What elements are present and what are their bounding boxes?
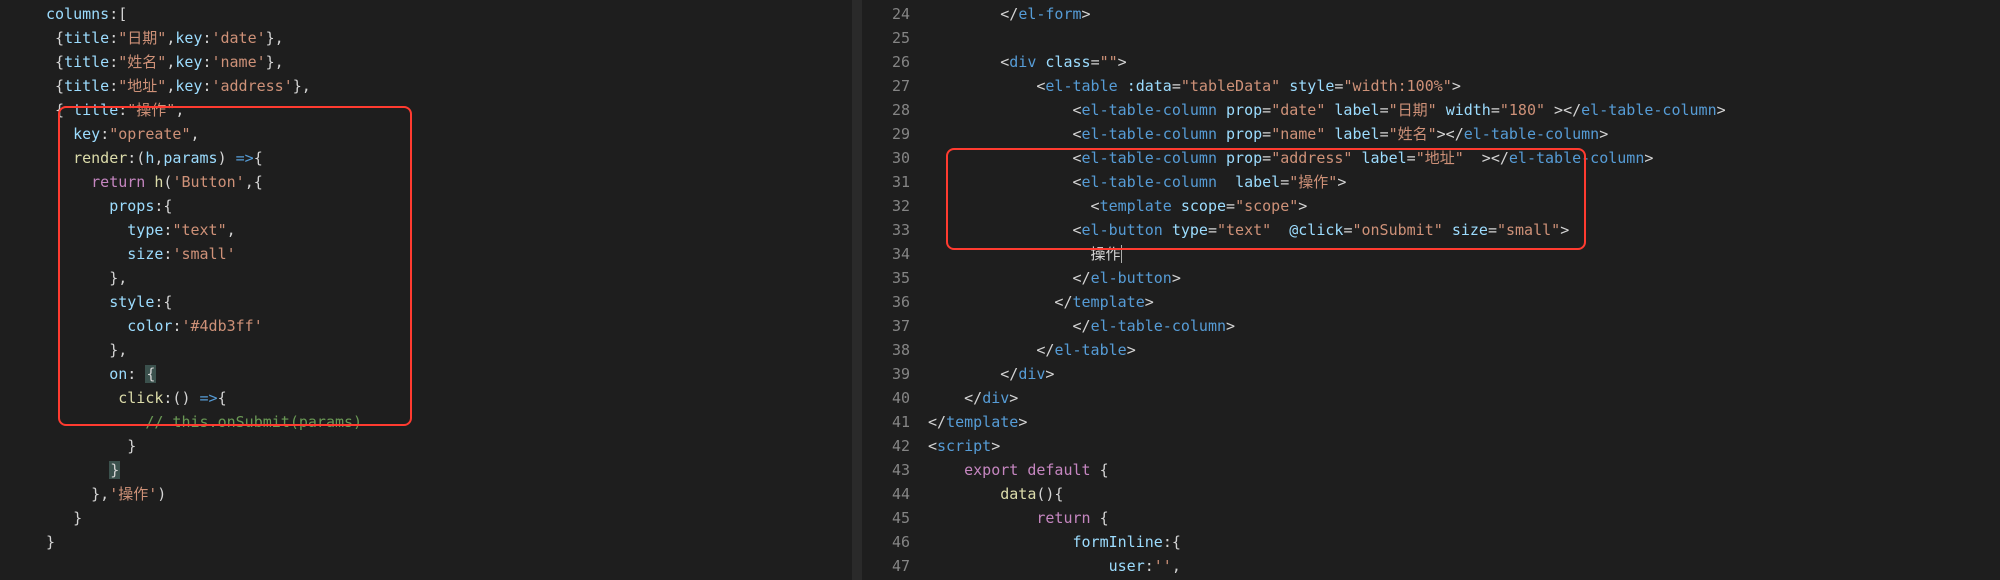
line-number: 26 <box>862 50 910 74</box>
code-line[interactable]: data(){ <box>928 482 2000 506</box>
code-line[interactable] <box>928 26 2000 50</box>
code-line[interactable]: <el-table-column prop="name" label="姓名">… <box>928 122 2000 146</box>
code-line[interactable]: </div> <box>928 362 2000 386</box>
code-line[interactable]: key:"opreate", <box>46 122 862 146</box>
code-line[interactable]: } <box>46 458 862 482</box>
line-number: 44 <box>862 482 910 506</box>
code-line[interactable]: <el-button type="text" @click="onSubmit"… <box>928 218 2000 242</box>
code-line[interactable]: // this.onSubmit(params) <box>46 410 862 434</box>
code-line[interactable]: </el-table> <box>928 338 2000 362</box>
line-number: 34 <box>862 242 910 266</box>
line-number: 30 <box>862 146 910 170</box>
code-line[interactable]: user:'', <box>928 554 2000 578</box>
line-number: 32 <box>862 194 910 218</box>
editor-pane-left[interactable]: columns:[ {title:"日期",key:'date'}, {titl… <box>0 0 862 580</box>
line-number: 40 <box>862 386 910 410</box>
code-line[interactable]: <div class=""> <box>928 50 2000 74</box>
code-line[interactable]: <script> <box>928 434 2000 458</box>
line-number: 42 <box>862 434 910 458</box>
line-number: 36 <box>862 290 910 314</box>
code-line[interactable]: <template scope="scope"> <box>928 194 2000 218</box>
code-line[interactable]: } <box>46 530 862 554</box>
code-line[interactable]: </el-form> <box>928 2 2000 26</box>
code-line[interactable]: }, <box>46 338 862 362</box>
line-number: 25 <box>862 26 910 50</box>
code-line[interactable]: },'操作') <box>46 482 862 506</box>
editor-pane-right[interactable]: 2425262728293031323334353637383940414243… <box>862 0 2000 580</box>
code-line[interactable]: <el-table-column prop="date" label="日期" … <box>928 98 2000 122</box>
line-number: 24 <box>862 2 910 26</box>
code-line[interactable]: <el-table :data="tableData" style="width… <box>928 74 2000 98</box>
line-number: 43 <box>862 458 910 482</box>
line-number: 41 <box>862 410 910 434</box>
code-line[interactable]: return h('Button',{ <box>46 170 862 194</box>
code-line[interactable]: type:"text", <box>46 218 862 242</box>
code-line[interactable]: on: { <box>46 362 862 386</box>
code-line[interactable]: </template> <box>928 290 2000 314</box>
line-number: 28 <box>862 98 910 122</box>
code-line[interactable]: </el-button> <box>928 266 2000 290</box>
minimap-shadow-left <box>852 0 862 580</box>
code-line[interactable]: size:'small' <box>46 242 862 266</box>
line-number: 27 <box>862 74 910 98</box>
code-line[interactable]: click:() =>{ <box>46 386 862 410</box>
line-number: 33 <box>862 218 910 242</box>
code-line[interactable]: color:'#4db3ff' <box>46 314 862 338</box>
code-line[interactable]: </el-table-column> <box>928 314 2000 338</box>
line-number: 37 <box>862 314 910 338</box>
code-line[interactable]: style:{ <box>46 290 862 314</box>
code-line[interactable]: props:{ <box>46 194 862 218</box>
code-line[interactable]: export default { <box>928 458 2000 482</box>
line-number: 39 <box>862 362 910 386</box>
line-number: 29 <box>862 122 910 146</box>
code-line[interactable]: formInline:{ <box>928 530 2000 554</box>
code-line[interactable]: render:(h,params) =>{ <box>46 146 862 170</box>
code-area-right[interactable]: </el-form> <div class=""> <el-table :dat… <box>928 2 2000 580</box>
line-number: 46 <box>862 530 910 554</box>
line-number: 31 <box>862 170 910 194</box>
code-area-left[interactable]: columns:[ {title:"日期",key:'date'}, {titl… <box>46 2 862 554</box>
code-line[interactable]: {title:"日期",key:'date'}, <box>46 26 862 50</box>
code-line[interactable]: columns:[ <box>46 2 862 26</box>
line-number: 38 <box>862 338 910 362</box>
line-number: 47 <box>862 554 910 578</box>
code-line[interactable]: <el-table-column label="操作"> <box>928 170 2000 194</box>
code-line[interactable]: } <box>46 506 862 530</box>
code-line[interactable]: {title:"地址",key:'address'}, <box>46 74 862 98</box>
code-line[interactable]: }, <box>46 266 862 290</box>
code-line[interactable]: </div> <box>928 386 2000 410</box>
line-number: 35 <box>862 266 910 290</box>
line-number-gutter: 2425262728293031323334353637383940414243… <box>862 2 928 580</box>
code-line[interactable]: } <box>46 434 862 458</box>
line-number: 45 <box>862 506 910 530</box>
code-line[interactable]: return { <box>928 506 2000 530</box>
code-line[interactable]: </template> <box>928 410 2000 434</box>
code-line[interactable]: <el-table-column prop="address" label="地… <box>928 146 2000 170</box>
code-line[interactable]: { title:"操作", <box>46 98 862 122</box>
code-line[interactable]: 操作 <box>928 242 2000 266</box>
code-line[interactable]: {title:"姓名",key:'name'}, <box>46 50 862 74</box>
